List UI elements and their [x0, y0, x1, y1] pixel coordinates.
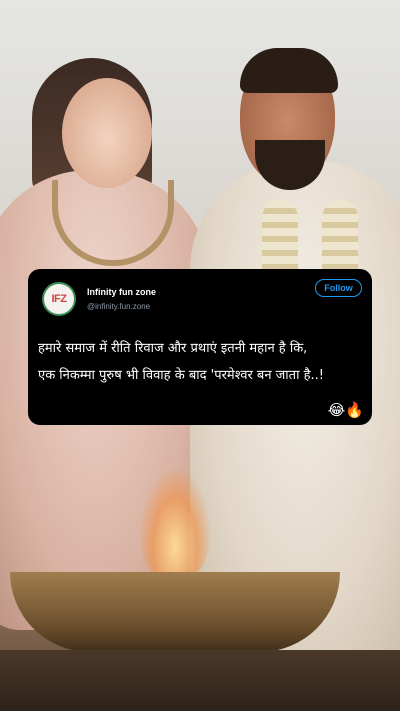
tweet-line-2: एक निकम्मा पुरुष भी विवाह के बाद 'परमेश्…: [38, 368, 324, 383]
follow-button[interactable]: Follow: [315, 279, 362, 297]
groom-hair: [240, 48, 338, 93]
ritual-fire: [140, 470, 210, 580]
photo-floor: [0, 650, 400, 711]
channel-logo-icon[interactable]: IFZ: [42, 282, 76, 316]
bride-face: [62, 78, 152, 188]
display-name[interactable]: Infinity fun zone: [87, 287, 156, 297]
tweet-line-1: हमारे समाज में रीति रिवाज और प्रथाएं इतन…: [38, 341, 308, 356]
emoji-reactions: 😂🔥: [327, 401, 364, 419]
avatar-initials: IFZ: [51, 293, 68, 305]
tweet-text: हमारे समाज में रीति रिवाज और प्रथाएं इतन…: [38, 335, 368, 389]
ritual-bowl: [10, 572, 340, 652]
tweet-card: IFZ Infinity fun zone @infinity.fun.zone…: [28, 269, 372, 425]
user-handle[interactable]: @infinity.fun.zone: [87, 302, 150, 311]
